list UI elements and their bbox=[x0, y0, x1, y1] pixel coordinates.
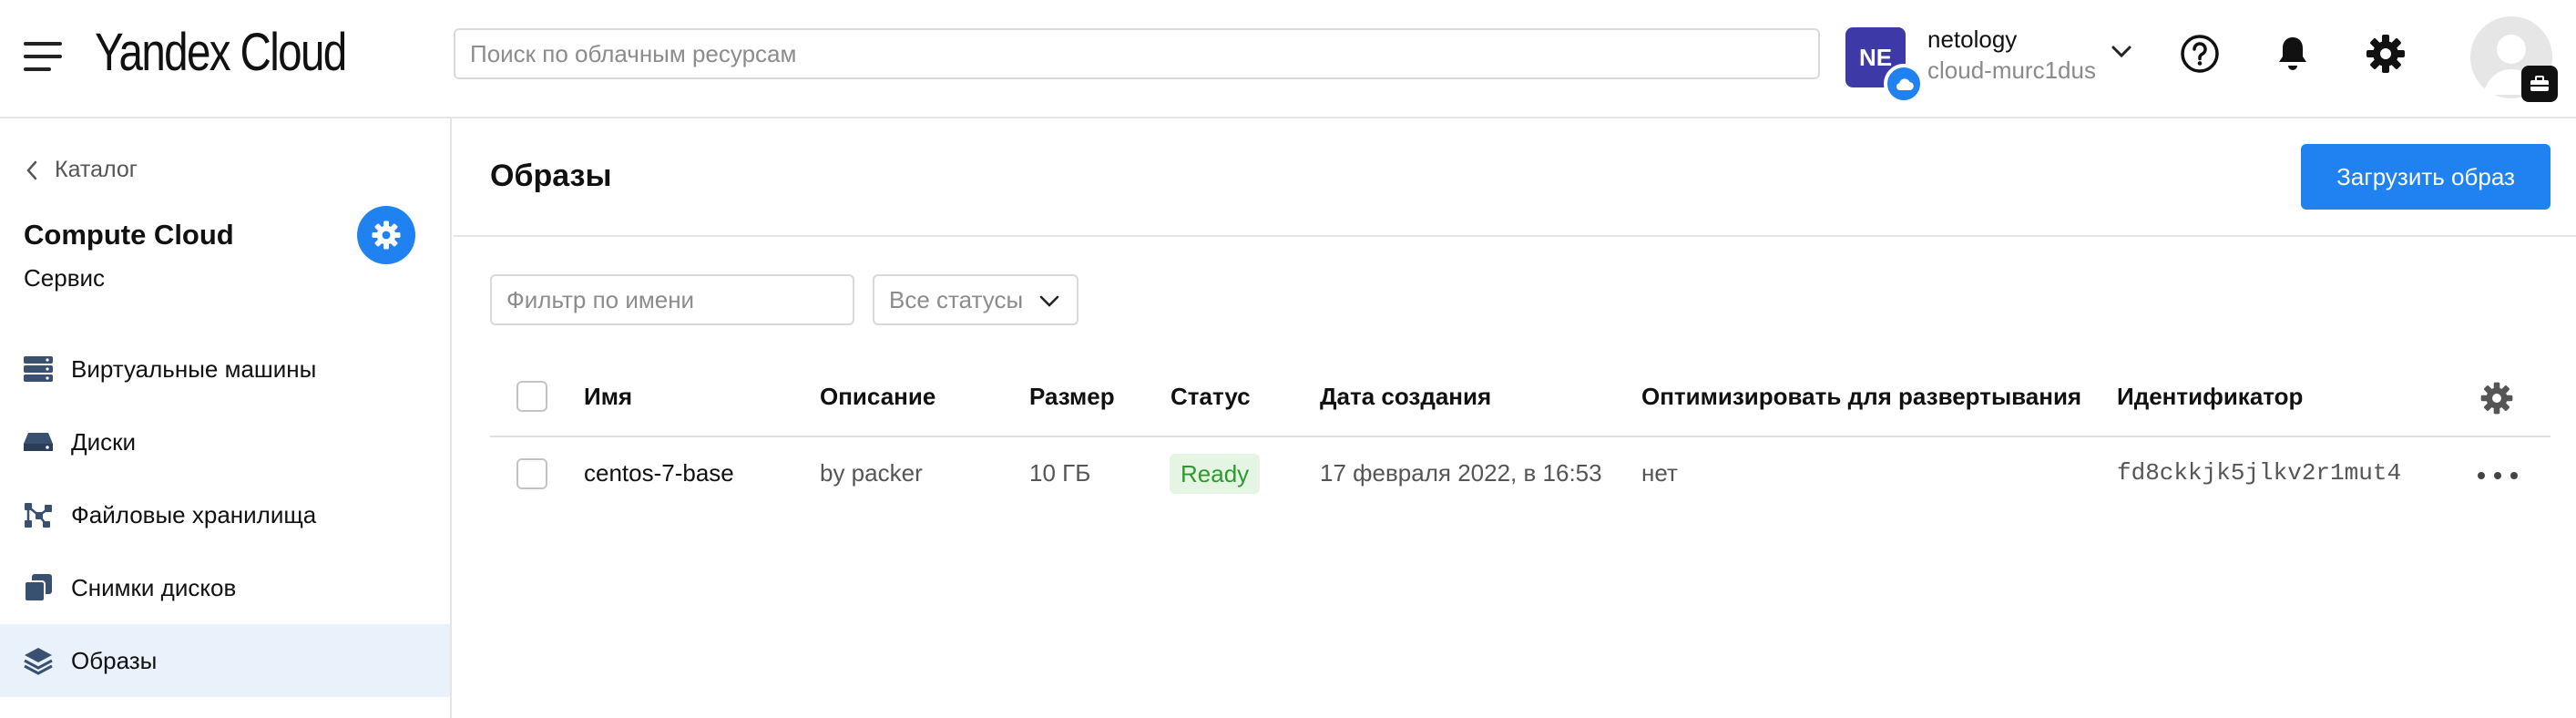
back-to-catalog-link[interactable]: Каталог bbox=[26, 157, 138, 183]
divider bbox=[454, 235, 2576, 237]
column-header-description[interactable]: Описание bbox=[820, 383, 935, 411]
upload-image-button[interactable]: Загрузить образ bbox=[2301, 144, 2550, 210]
status-filter-value: Все статусы bbox=[889, 285, 1024, 313]
sidebar-item-label: Виртуальные машины bbox=[71, 354, 317, 383]
snapshots-icon bbox=[22, 571, 55, 604]
disk-icon bbox=[22, 426, 55, 458]
column-header-status[interactable]: Статус bbox=[1170, 383, 1251, 411]
row-checkbox[interactable] bbox=[516, 458, 547, 489]
status-filter-select[interactable]: Все статусы bbox=[873, 274, 1078, 325]
cell-optimize: нет bbox=[1641, 459, 1678, 487]
column-header-created[interactable]: Дата создания bbox=[1320, 383, 1491, 411]
name-filter-input[interactable] bbox=[490, 274, 854, 325]
sidebar: Каталог Compute Cloud Сервис Виртуальные… bbox=[0, 118, 452, 718]
row-actions-menu-icon[interactable] bbox=[2478, 459, 2518, 492]
cell-created: 17 февраля 2022, в 16:53 bbox=[1320, 459, 1602, 487]
page-title: Образы bbox=[490, 159, 612, 193]
cloud-icon bbox=[1884, 64, 1924, 104]
menu-icon[interactable] bbox=[24, 38, 62, 75]
layers-icon bbox=[22, 644, 55, 677]
service-title: Compute Cloud bbox=[24, 219, 234, 251]
chevron-left-icon bbox=[26, 160, 37, 180]
sidebar-item-images[interactable]: Образы bbox=[0, 624, 450, 697]
column-header-size[interactable]: Размер bbox=[1029, 383, 1115, 411]
cell-size: 10 ГБ bbox=[1029, 459, 1091, 487]
cloud-name: cloud-murc1dus bbox=[1927, 56, 2096, 84]
gear-icon[interactable] bbox=[2363, 31, 2408, 77]
sidebar-item-disk-snapshots[interactable]: Снимки дисков bbox=[0, 551, 450, 624]
column-header-name[interactable]: Имя bbox=[584, 383, 632, 411]
column-header-id[interactable]: Идентификатор bbox=[2117, 383, 2303, 411]
cell-id[interactable]: fd8ckkjk5jlkv2r1mut4 bbox=[2117, 459, 2401, 487]
sidebar-item-virtual-machines[interactable]: Виртуальные машины bbox=[0, 333, 450, 405]
chevron-down-icon bbox=[2111, 46, 2131, 58]
table-header-divider bbox=[490, 436, 2550, 437]
help-icon[interactable] bbox=[2177, 31, 2223, 77]
cell-description: by packer bbox=[820, 459, 923, 487]
back-label: Каталог bbox=[55, 157, 138, 182]
column-header-optimize[interactable]: Оптимизировать для развертывания bbox=[1641, 383, 2081, 411]
servers-icon bbox=[22, 353, 55, 385]
select-all-checkbox[interactable] bbox=[516, 381, 547, 412]
service-subtitle: Сервис bbox=[24, 264, 106, 292]
status-badge: Ready bbox=[1170, 454, 1261, 494]
service-settings-icon[interactable] bbox=[357, 206, 415, 264]
bell-icon[interactable] bbox=[2270, 31, 2315, 77]
sidebar-item-disks[interactable]: Диски bbox=[0, 405, 450, 478]
briefcase-icon bbox=[2521, 66, 2558, 102]
search-input[interactable] bbox=[454, 28, 1820, 79]
sidebar-item-label: Снимки дисков bbox=[71, 573, 237, 601]
chevron-down-icon bbox=[1039, 295, 1059, 307]
org-name: netology bbox=[1927, 26, 2018, 53]
sidebar-item-label: Файловые хранилища bbox=[71, 500, 317, 528]
sidebar-item-label: Образы bbox=[71, 646, 158, 674]
sidebar-item-label: Диски bbox=[71, 427, 137, 456]
file-storage-icon bbox=[22, 498, 55, 531]
top-header: Yandex Cloud NE netology cloud-murc1dus bbox=[0, 0, 2576, 118]
yandex-cloud-logo[interactable]: Yandex Cloud bbox=[95, 22, 347, 83]
column-settings-icon[interactable] bbox=[2479, 381, 2514, 415]
cell-name[interactable]: centos-7-base bbox=[584, 459, 734, 487]
cloud-switcher[interactable]: NE netology cloud-murc1dus bbox=[1845, 24, 2146, 104]
sidebar-item-file-storages[interactable]: Файловые хранилища bbox=[0, 478, 450, 551]
